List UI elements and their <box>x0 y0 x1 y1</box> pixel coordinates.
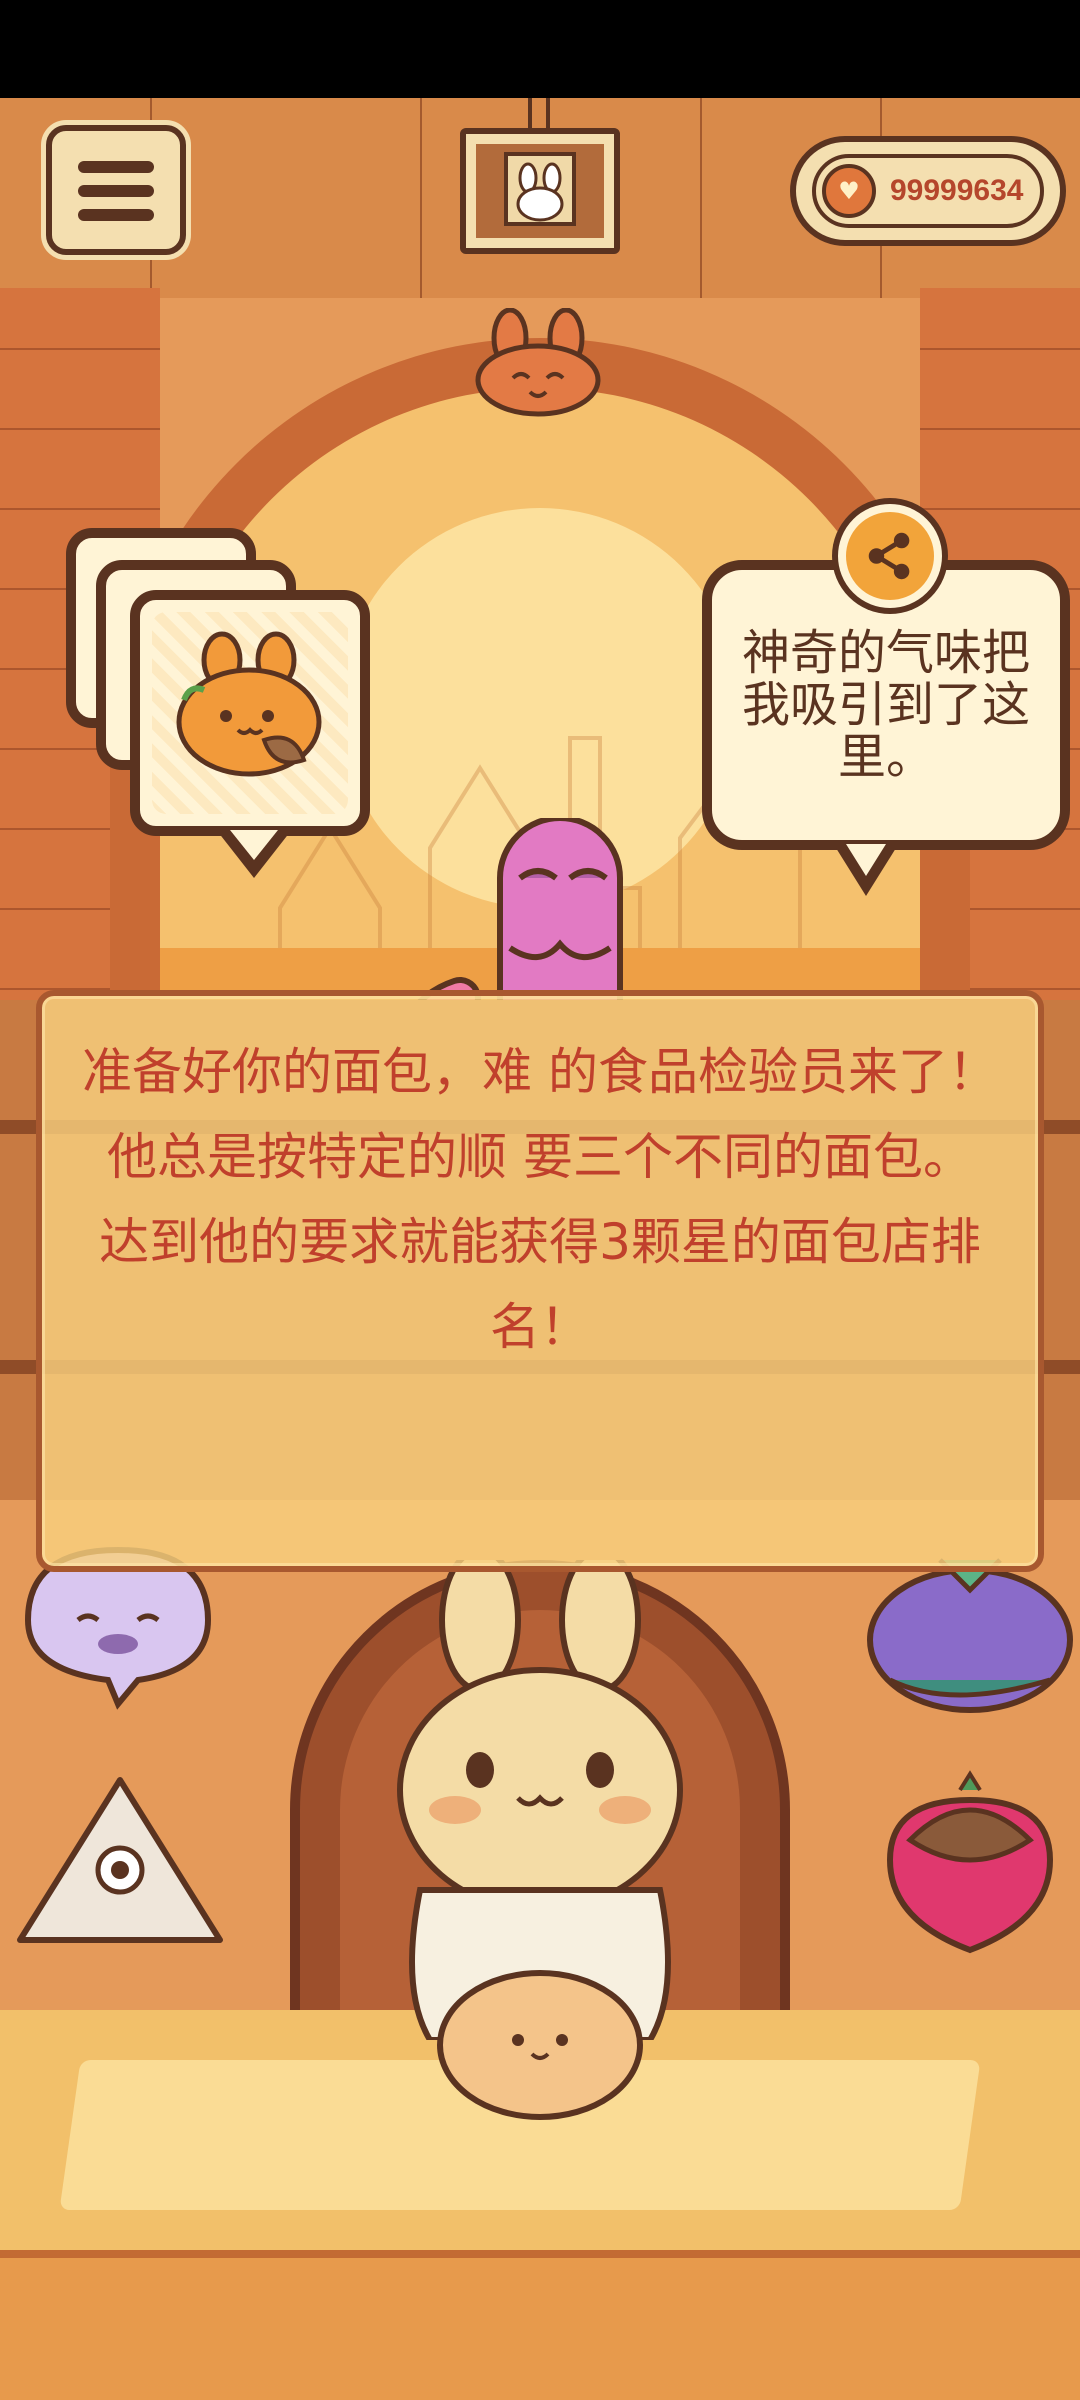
customer-card-front[interactable] <box>130 590 370 878</box>
heart-coin-icon: ♥ <box>822 164 876 218</box>
tutorial-text: 准备好你的面包，难 的食品检验员来了！ 他总是按特定的顺 要三个不同的面包。 达… <box>72 1030 1008 1370</box>
portrait-hanger <box>528 98 550 132</box>
hamburger-menu-icon <box>78 161 154 173</box>
bread-bun <box>437 1970 643 2120</box>
hamburger-menu-icon-bar <box>78 209 154 221</box>
bunny-ornament <box>475 308 601 417</box>
bakery-portrait-button[interactable] <box>460 128 620 254</box>
tutorial-line-3: 达到他的要求就能获得3颗星的面包店排名！ <box>99 1213 981 1356</box>
status-bar <box>0 0 1080 98</box>
currency-value: 99999634 <box>890 174 1024 207</box>
hamburger-menu-icon-bar <box>78 185 154 197</box>
game-screen: { "hud": { "currency_value": "99999634",… <box>0 0 1080 2400</box>
pyramid-eye-bread-icon[interactable] <box>10 1770 230 1950</box>
tutorial-line-2: 他总是按特定的顺 要三个不同的面包。 <box>107 1128 973 1186</box>
menu-button[interactable] <box>46 125 186 255</box>
currency-display[interactable]: ♥ 99999634 <box>790 136 1066 246</box>
share-icon <box>868 532 910 580</box>
share-button[interactable] <box>838 504 942 608</box>
strawberry-bread-icon[interactable] <box>870 1770 1070 1960</box>
orange-bunny-customer-icon <box>176 631 322 777</box>
tutorial-line-1: 准备好你的面包，难 的食品检验员来了！ <box>82 1043 998 1101</box>
tutorial-panel[interactable]: 准备好你的面包，难 的食品检验员来了！ 他总是按特定的顺 要三个不同的面包。 达… <box>36 990 1044 1572</box>
bunny-portrait-icon <box>504 152 576 226</box>
customer-speech-text: 神奇的气味把我吸引到了这里。 <box>741 625 1030 785</box>
counter-front <box>0 2250 1080 2400</box>
